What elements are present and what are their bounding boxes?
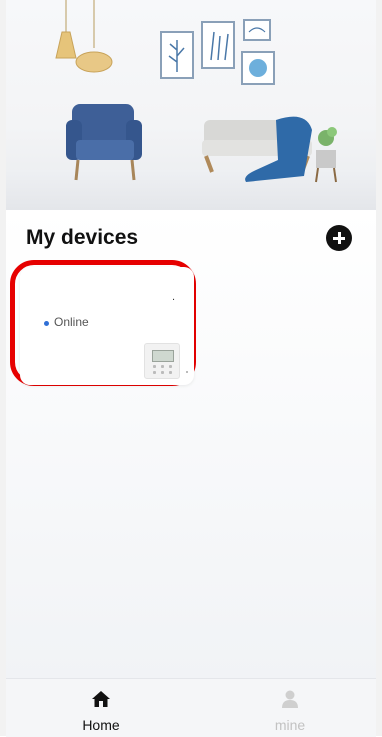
device-status: Online [54,315,89,329]
thermostat-button [161,371,164,374]
status-dot [44,321,49,326]
thermostat-button [169,365,172,368]
thermostat-screen [152,350,174,362]
thermostat-button [153,365,156,368]
plus-icon-stroke [338,232,341,244]
living-room-illustration [55,0,337,183]
hero-banner-image [6,0,376,210]
tab-mine-label: mine [274,717,306,733]
thermostat-button [153,371,156,374]
thermostat-button [161,365,164,368]
add-device-button[interactable] [326,225,352,251]
thermostat-icon [144,343,180,379]
home-content: My devices . Online [6,210,376,678]
section-title: My devices [26,226,139,249]
device-name: . [172,291,176,303]
user-icon [282,690,298,708]
home-icon [92,691,110,707]
tab-mine[interactable]: mine [230,679,350,737]
tab-home-label: Home [82,717,120,733]
bottom-tab-bar: Home mine [6,678,376,737]
tab-home[interactable]: Home [41,679,161,737]
thermostat-button [169,371,172,374]
decor-mark [186,371,188,373]
device-card[interactable]: . Online [20,267,194,385]
